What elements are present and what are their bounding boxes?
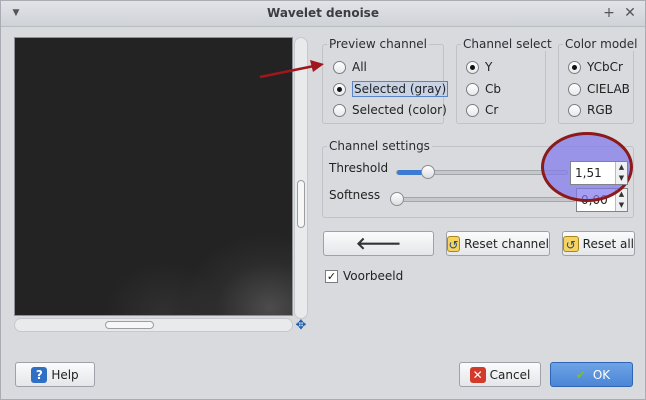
reset-icon: ↺ xyxy=(563,235,579,252)
arrow-left-icon: 🡐 xyxy=(355,233,402,254)
color-model-title: Color model xyxy=(563,37,640,51)
radio-button[interactable] xyxy=(466,82,479,96)
radio-model-cielab[interactable]: CIELAB xyxy=(568,80,630,98)
radio-button[interactable] xyxy=(333,82,346,96)
radio-button[interactable] xyxy=(568,82,581,96)
threshold-spin-buttons[interactable]: ▲ ▼ xyxy=(615,162,627,184)
softness-slider-handle[interactable] xyxy=(390,192,404,206)
radio-model-rgb[interactable]: RGB xyxy=(568,101,613,119)
cancel-icon: ✕ xyxy=(469,366,486,383)
softness-label: Softness xyxy=(329,188,381,202)
radio-channel-y[interactable]: Y xyxy=(466,58,492,76)
radio-label: All xyxy=(352,60,367,74)
radio-model-ycbcr[interactable]: YCbCr xyxy=(568,58,623,76)
reset-channel-button[interactable]: ↺ Reset channel xyxy=(446,231,550,256)
radio-preview-selected-color[interactable]: Selected (color) xyxy=(333,101,447,119)
title-bar: ▼ Wavelet denoise + ✕ xyxy=(1,1,645,27)
preview-channel-title: Preview channel xyxy=(327,37,430,51)
spin-up-icon[interactable]: ▲ xyxy=(616,162,627,173)
channel-settings-title: Channel settings xyxy=(327,139,432,153)
threshold-slider-handle[interactable] xyxy=(421,165,435,179)
radio-channel-cb[interactable]: Cb xyxy=(466,80,501,98)
window-title: Wavelet denoise xyxy=(267,6,379,20)
reset-icon: ↺ xyxy=(447,235,461,252)
close-icon[interactable]: ✕ xyxy=(622,5,638,21)
radio-button[interactable] xyxy=(568,60,581,74)
reset-all-button[interactable]: ↺ Reset all xyxy=(562,231,635,256)
horizontal-scrollbar[interactable] xyxy=(14,318,293,332)
spin-down-icon[interactable]: ▼ xyxy=(616,173,627,184)
preview-image[interactable] xyxy=(14,37,293,316)
ok-label: OK xyxy=(592,367,611,382)
threshold-value[interactable]: 1,51 xyxy=(575,166,602,180)
radio-label: Y xyxy=(485,60,493,74)
spin-down-icon[interactable]: ▼ xyxy=(616,200,627,211)
voorbeeld-label: Voorbeeld xyxy=(343,269,404,283)
move-icon[interactable]: ✥ xyxy=(294,319,308,333)
vertical-scroll-thumb[interactable] xyxy=(297,180,305,228)
radio-label: Selected (gray) xyxy=(352,81,449,97)
radio-button[interactable] xyxy=(466,103,479,117)
softness-slider[interactable] xyxy=(390,192,576,206)
preview-channel-group: Preview channel All Selected (gray) Sele… xyxy=(322,37,449,124)
radio-label: RGB xyxy=(587,103,613,117)
horizontal-scroll-thumb[interactable] xyxy=(105,321,154,329)
channel-select-title: Channel select xyxy=(461,37,554,51)
help-button[interactable]: ? Help xyxy=(15,362,95,387)
radio-button[interactable] xyxy=(466,60,479,74)
help-label: Help xyxy=(51,367,79,382)
back-button[interactable]: 🡐 xyxy=(323,231,434,256)
radio-label: Selected (color) xyxy=(352,103,447,117)
voorbeeld-checkbox[interactable]: ✓ Voorbeeld xyxy=(325,269,403,283)
radio-preview-selected-gray[interactable]: Selected (gray) xyxy=(333,80,449,98)
reset-all-label: Reset all xyxy=(582,236,634,251)
annotation-arrow-icon xyxy=(259,60,324,79)
radio-channel-cr[interactable]: Cr xyxy=(466,101,498,119)
help-icon: ? xyxy=(31,366,48,383)
channel-select-group: Channel select Y Cb Cr xyxy=(456,37,554,124)
plus-icon[interactable]: + xyxy=(601,5,617,21)
threshold-spinbox[interactable]: 1,51 ▲ ▼ xyxy=(570,161,628,185)
checkmark-icon: ✔ xyxy=(575,367,586,382)
radio-label: Cb xyxy=(485,82,501,96)
threshold-label: Threshold xyxy=(329,161,389,175)
radio-preview-all[interactable]: All xyxy=(333,58,367,76)
cancel-button[interactable]: ✕ Cancel xyxy=(459,362,541,387)
cancel-label: Cancel xyxy=(489,367,531,382)
dialog-window: ▼ Wavelet denoise + ✕ ✥ Preview channel … xyxy=(0,0,646,400)
radio-label: Cr xyxy=(485,103,499,117)
ok-button[interactable]: ✔ OK xyxy=(550,362,633,387)
color-model-group: Color model YCbCr CIELAB RGB xyxy=(558,37,640,124)
radio-label: CIELAB xyxy=(587,82,630,96)
checkbox[interactable]: ✓ xyxy=(325,269,338,283)
radio-button[interactable] xyxy=(568,103,581,117)
radio-button[interactable] xyxy=(333,60,346,74)
radio-button[interactable] xyxy=(333,103,346,117)
reset-channel-label: Reset channel xyxy=(464,236,549,251)
radio-label: YCbCr xyxy=(587,60,623,74)
